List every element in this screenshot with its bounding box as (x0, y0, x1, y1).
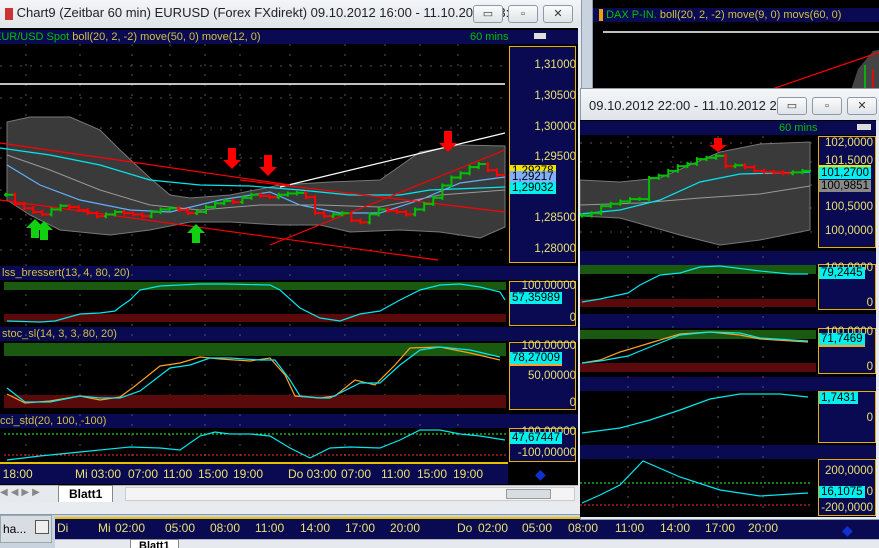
time-label: 11:00 (381, 467, 411, 481)
bottom-time-label: Mi (98, 521, 111, 535)
price-tick: 100,0000 (825, 225, 873, 237)
bottom-time-label: 11:00 (615, 521, 645, 535)
buy-arrow-icon (187, 224, 205, 243)
overbought-zone (4, 343, 506, 356)
sell-arrow-icon (709, 138, 727, 152)
overbought-zone (4, 282, 506, 290)
cci-value-label: 47,67447 (510, 432, 562, 444)
bottom-time-label: 20:00 (748, 521, 779, 535)
bottom-time-label: 14:00 (660, 521, 691, 535)
price-tick: 1,30000 (534, 121, 576, 133)
bottom-time-label: 20:00 (390, 521, 421, 535)
drawing-tool-icon[interactable]: ◆ (535, 466, 546, 483)
oversold-zone (580, 363, 816, 372)
last-price-label: 101,2700 (819, 165, 871, 179)
oversold-zone (4, 314, 506, 322)
time-label: 07:00 (341, 467, 372, 481)
bottom-time-label: 05:00 (165, 521, 196, 535)
price-tick: 1,30500 (534, 90, 576, 102)
bottom-time-label: 08:00 (210, 521, 241, 535)
drawing-tool-icon[interactable]: ◆ (842, 522, 853, 539)
price-tick: 100,5000 (825, 201, 873, 213)
bottom-time-label: 08:00 (568, 521, 599, 535)
bottom-time-label: 11:00 (255, 521, 285, 535)
time-label: Di 18:00 (0, 467, 33, 481)
bottom-time-label: 05:00 (522, 521, 553, 535)
bottom-time-label: 14:00 (300, 521, 331, 535)
stoc-tick: 100,00000 (521, 340, 576, 352)
stoc-tick: 50,00000 (528, 370, 576, 382)
taskbar-item-label: ha... (3, 522, 27, 536)
bottom-time-label: 17:00 (705, 521, 736, 535)
dax-chart-window[interactable]: DAX P-IN. boll(20, 2, -2) move(9, 0) mov… (592, 0, 879, 99)
time-label: 07:00 (128, 467, 159, 481)
lss-value-label: 57,35989 (510, 292, 562, 304)
bottom-sheet-tab-blatt1[interactable]: Blatt1 (130, 539, 179, 548)
time-label: Mi 03:00 (75, 467, 122, 481)
bottom-time-label: 17:00 (345, 521, 376, 535)
panel-tick: 200,0000 (825, 465, 873, 477)
bottom-time-label: 02:00 (115, 521, 146, 535)
bottom-time-label: Di (57, 521, 69, 535)
bottom-time-label: Do (457, 521, 473, 535)
time-label: 19:00 (453, 467, 484, 481)
ma-value-label: 100,9851 (819, 180, 871, 192)
lss-tick: 0 (569, 312, 576, 324)
window-switch-icon (35, 520, 49, 534)
time-label: 15:00 (198, 467, 229, 481)
cci-line (581, 460, 809, 504)
sheet-tab-blatt1[interactable]: Blatt1 (58, 485, 114, 502)
bottom-time-axis: Di Mi 02:00 05:00 08:00 11:00 14:00 17:00 20:00 D… (55, 517, 879, 539)
stoc-tick: 0 (569, 397, 576, 409)
taskbar-item[interactable]: ha... (0, 515, 52, 543)
sell-arrow-icon (223, 148, 241, 169)
time-label: 11:00 (163, 467, 193, 481)
panel-value-label: 79,2445 (819, 267, 865, 279)
ma-value-label: 1,29032 (510, 182, 556, 194)
bottom-sheet-tabs (55, 539, 879, 548)
panel-tick: 0 (866, 412, 873, 424)
time-label: 15:00 (417, 467, 448, 481)
lss-tick: 100,00000 (521, 280, 576, 292)
price-tick: 102,0000 (825, 137, 873, 149)
indicator-line (581, 393, 809, 434)
price-tick: 1,31000 (534, 59, 576, 71)
bottom-time-label: 02:00 (478, 521, 509, 535)
panel-tick: 0 (866, 297, 873, 309)
stoc-value-label: 78,27009 (510, 352, 562, 366)
oversold-zone (580, 299, 816, 307)
panel-value-label: 71,7469 (819, 333, 865, 347)
tab-nav-arrows[interactable]: ◀◀▶▶ (0, 487, 43, 498)
bollinger-band (6, 116, 506, 239)
main-chart-svg (0, 44, 508, 461)
overbought-zone (580, 330, 816, 339)
horizontal-scrollbar[interactable] (125, 487, 575, 501)
time-label: 19:00 (233, 467, 264, 481)
panel-tick: 0 (866, 361, 873, 373)
cci-tick: -100,00000 (517, 447, 576, 459)
price-tick: 1,29500 (534, 151, 576, 163)
price-tick: 1,28500 (534, 212, 576, 224)
oversold-zone (4, 395, 506, 408)
bollinger-band (580, 141, 811, 246)
panel-tick: -200,0000 (821, 502, 873, 514)
panel-value-label: 1,7431 (819, 392, 859, 404)
scrollbar-thumb[interactable] (506, 489, 551, 499)
panel-value-label: 16,1075 (819, 486, 865, 498)
dax-chart (603, 31, 879, 99)
price-tick: 1,28000 (534, 243, 576, 255)
time-label: Do 03:00 (288, 467, 337, 481)
